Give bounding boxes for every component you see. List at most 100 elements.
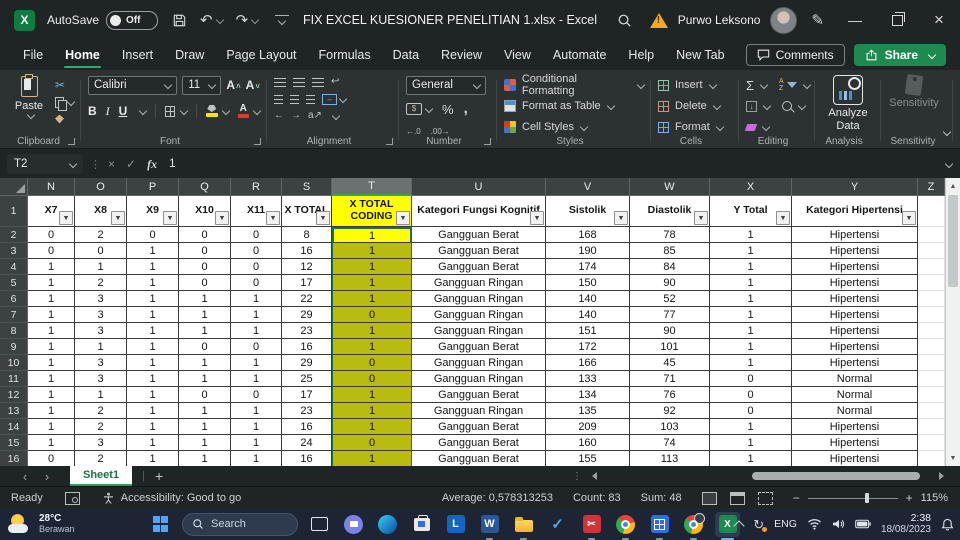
scroll-down-icon[interactable]: ▼ [946,450,960,466]
cell-V12[interactable]: 134 [546,387,630,403]
cell-S10[interactable]: 29 [282,355,332,371]
cell-R13[interactable]: 1 [231,403,282,419]
scroll-up-icon[interactable]: ▲ [946,178,960,194]
cell-O16[interactable]: 2 [75,451,127,466]
cell-R14[interactable]: 1 [231,419,282,435]
status-average[interactable]: Average: 0,578313253 [442,492,553,504]
row-header-12[interactable]: 12 [0,387,28,403]
menu-tab-new-tab[interactable]: New Tab [665,40,735,70]
cell-T14[interactable]: 1 [332,419,412,435]
font-dialog-launcher-icon[interactable] [254,138,261,145]
column-header-X[interactable]: X [710,178,792,196]
cell-N7[interactable]: 1 [28,307,75,323]
comma-style-icon[interactable]: , [464,101,468,116]
font-size-select[interactable]: 11 [182,75,222,95]
filter-button-X[interactable]: ▾ [776,211,790,225]
column-header-P[interactable]: P [127,178,179,196]
close-button[interactable]: × [918,0,960,40]
snipping-tool-button[interactable]: ✂ [579,512,604,540]
weather-widget[interactable]: 28°C Berawan [8,514,75,534]
increase-decimal-icon[interactable]: ←.0 [406,127,421,136]
align-top-icon[interactable] [274,77,286,87]
column-header-S[interactable]: S [282,178,332,196]
wifi-icon[interactable] [807,518,822,530]
cell-X9[interactable]: 1 [710,339,792,355]
italic-button[interactable]: I [106,104,110,119]
cell-X15[interactable]: 1 [710,435,792,451]
fill-color-dropdown-icon[interactable] [221,106,230,116]
cell-U3[interactable]: Gangguan Berat [412,243,546,259]
cell-S12[interactable]: 17 [282,387,332,403]
cell-W6[interactable]: 52 [630,291,710,307]
cell-W2[interactable]: 78 [630,227,710,243]
menu-tab-help[interactable]: Help [617,40,665,70]
cell-V1[interactable]: Sistolik ▾ [546,196,630,227]
format-cells-button[interactable]: Format [675,121,725,133]
cell-P11[interactable]: 1 [127,371,179,387]
column-header-R[interactable]: R [231,178,282,196]
insert-cells-button[interactable]: Insert [675,79,717,91]
cell-Q6[interactable]: 1 [179,291,231,307]
horizontal-scroll-thumb[interactable] [752,472,920,480]
cell-S16[interactable]: 16 [282,451,332,466]
row-header-4[interactable]: 4 [0,259,28,275]
sync-tray-icon[interactable]: ↻ [753,518,768,532]
l-app-button[interactable]: L [443,512,468,537]
todo-button[interactable]: ✓ [545,512,570,537]
cell-S11[interactable]: 25 [282,371,332,387]
row-header-7[interactable]: 7 [0,307,28,323]
cell-R2[interactable]: 0 [231,227,282,243]
cell-Z10[interactable] [918,355,945,371]
cell-X12[interactable]: 0 [710,387,792,403]
cell-X2[interactable]: 1 [710,227,792,243]
cell-Y5[interactable]: Hipertensi [792,275,918,291]
number-format-select[interactable]: General [406,75,486,95]
cell-T10[interactable]: 0 [332,355,412,371]
cell-X10[interactable]: 1 [710,355,792,371]
language-indicator[interactable]: ENG [774,518,797,530]
cell-W7[interactable]: 77 [630,307,710,323]
borders-dropdown-icon[interactable] [179,106,189,116]
row-header-9[interactable]: 9 [0,339,28,355]
column-header-Q[interactable]: Q [179,178,231,196]
cell-T9[interactable]: 1 [332,339,412,355]
cell-S1[interactable]: X TOTAL ▾ [282,196,332,227]
column-header-Y[interactable]: Y [792,178,918,196]
sheet-tab-sheet1[interactable]: Sheet1 [70,466,133,486]
store-button[interactable] [409,512,434,537]
cell-Q7[interactable]: 1 [179,307,231,323]
orientation-dropdown-icon[interactable] [331,111,341,121]
cell-Y15[interactable]: Hipertensi [792,435,918,451]
cell-Q10[interactable]: 1 [179,355,231,371]
cell-R6[interactable]: 1 [231,291,282,307]
status-count[interactable]: Count: 83 [573,492,621,504]
column-header-T[interactable]: T [332,178,412,196]
cell-O1[interactable]: X8 ▾ [75,196,127,227]
cell-U5[interactable]: Gangguan Ringan [412,275,546,291]
cell-O10[interactable]: 3 [75,355,127,371]
cell-V9[interactable]: 172 [546,339,630,355]
select-all-corner[interactable] [0,178,28,196]
page-layout-view-button[interactable] [729,491,745,505]
cell-Z5[interactable] [918,275,945,291]
cell-S8[interactable]: 23 [282,323,332,339]
merge-center-icon[interactable]: ↔ [322,93,337,105]
align-middle-icon[interactable] [293,77,305,87]
filter-button-R[interactable]: ▾ [266,211,280,225]
cell-R4[interactable]: 0 [231,259,282,275]
row-header-14[interactable]: 14 [0,419,28,435]
add-sheet-button[interactable]: + [155,468,163,484]
row-header-8[interactable]: 8 [0,323,28,339]
cell-S14[interactable]: 16 [282,419,332,435]
cell-Q4[interactable]: 0 [179,259,231,275]
save-button[interactable] [172,13,187,28]
align-right-icon[interactable] [306,94,315,104]
cell-W11[interactable]: 71 [630,371,710,387]
undo-dropdown-icon[interactable] [215,15,224,25]
cell-Z12[interactable] [918,387,945,403]
align-center-icon[interactable] [290,94,299,104]
cell-N15[interactable]: 1 [28,435,75,451]
cell-Q15[interactable]: 1 [179,435,231,451]
filter-button-Y[interactable]: ▾ [902,211,916,225]
cell-P10[interactable]: 1 [127,355,179,371]
